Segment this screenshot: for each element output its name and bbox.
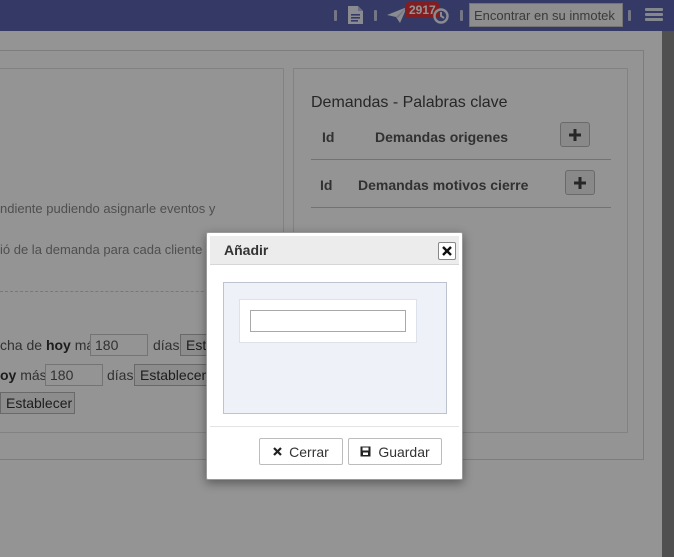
add-dialog: Añadir Cerrar Guardar [206, 232, 463, 480]
cerrar-button[interactable]: Cerrar [259, 438, 343, 465]
form-group [239, 299, 417, 343]
dialog-header: Añadir [210, 236, 459, 265]
close-icon [442, 246, 452, 256]
cerrar-label: Cerrar [289, 443, 329, 460]
save-icon [360, 446, 371, 457]
guardar-button[interactable]: Guardar [348, 438, 442, 465]
dialog-footer-divider [210, 426, 459, 427]
guardar-label: Guardar [378, 443, 430, 460]
keyword-input[interactable] [250, 310, 406, 332]
dialog-title: Añadir [224, 242, 269, 258]
close-icon [273, 447, 282, 456]
dialog-body [223, 282, 447, 414]
dialog-close-button[interactable] [438, 242, 456, 260]
